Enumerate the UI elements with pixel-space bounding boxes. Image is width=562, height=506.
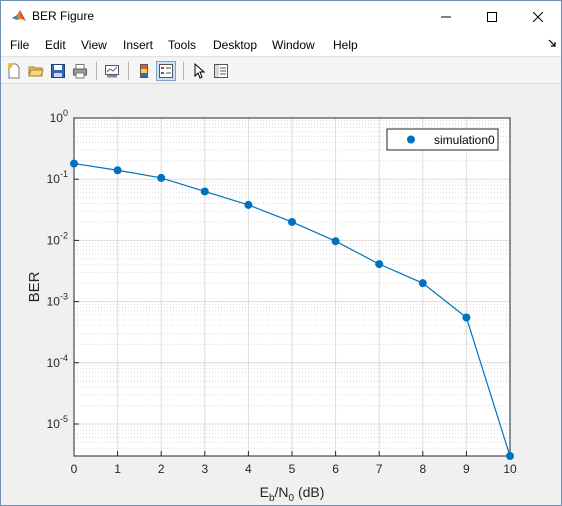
- x-tick-label: 10: [503, 462, 517, 476]
- x-tick-label: 8: [419, 462, 426, 476]
- data-point: [288, 217, 296, 226]
- y-axis-label: BER: [26, 271, 43, 302]
- save-button[interactable]: [48, 61, 68, 81]
- link-plot-button[interactable]: [102, 61, 122, 81]
- y-tick-label: 10-1: [47, 169, 68, 186]
- minimize-icon: [441, 16, 451, 17]
- colorbar-icon: [140, 64, 148, 78]
- menu-help[interactable]: Help: [333, 38, 358, 52]
- menu-tools[interactable]: Tools: [168, 38, 196, 52]
- menu-bar: File Edit View Insert Tools Desktop Wind…: [1, 32, 561, 57]
- toolbar-separator: [183, 62, 184, 80]
- toolbar-separator: [96, 62, 97, 80]
- menu-dock-arrow-icon[interactable]: [547, 38, 557, 48]
- title-bar: BER Figure: [1, 1, 561, 32]
- open-file-icon: [28, 66, 44, 77]
- y-tick-label: 100: [50, 108, 68, 125]
- x-tick-label: 3: [201, 462, 208, 476]
- open-file-button[interactable]: [26, 61, 46, 81]
- matlab-logo-icon: [12, 10, 26, 21]
- property-inspector-icon: [214, 64, 228, 78]
- x-tick-label: 0: [71, 462, 78, 476]
- legend-entry-label: simulation0: [434, 133, 495, 147]
- data-point: [157, 173, 166, 182]
- data-point: [113, 166, 122, 175]
- maximize-icon: [487, 11, 497, 22]
- data-point: [331, 237, 340, 246]
- print-button[interactable]: [70, 61, 90, 81]
- data-point: [418, 279, 427, 288]
- window-title: BER Figure: [32, 9, 95, 23]
- legend-button[interactable]: [156, 61, 176, 81]
- ber-figure-window: BER Figure File Edit View Insert Tools D…: [0, 0, 562, 506]
- x-tick-label: 1: [114, 462, 121, 476]
- legend[interactable]: simulation0: [386, 128, 499, 151]
- y-tick-label: 10-5: [47, 414, 68, 431]
- menu-edit[interactable]: Edit: [45, 38, 66, 52]
- figure-toolbar: [1, 58, 561, 84]
- print-icon: [73, 64, 87, 79]
- menu-window[interactable]: Window: [272, 38, 315, 52]
- ber-chart: 0 1 2 3 4 5 6 7 8 9 10 100 10-1 10-2 10-3 10-4 10-5 simu…: [26, 108, 517, 504]
- x-tick-label: 5: [289, 462, 296, 476]
- minimize-button[interactable]: [423, 1, 469, 32]
- colorbar-button[interactable]: [134, 61, 154, 81]
- close-button[interactable]: [515, 1, 561, 32]
- data-point: [200, 187, 209, 196]
- data-point: [462, 313, 471, 322]
- property-inspector-button[interactable]: [211, 61, 231, 81]
- save-icon: [51, 64, 65, 78]
- link-plot-icon: [105, 65, 119, 78]
- x-tick-label: 4: [245, 462, 252, 476]
- menu-view[interactable]: View: [81, 38, 107, 52]
- x-tick-label: 2: [158, 462, 165, 476]
- toolbar-separator: [128, 62, 129, 80]
- pointer-icon: [194, 63, 206, 79]
- data-point: [375, 260, 384, 269]
- maximize-button[interactable]: [469, 1, 515, 32]
- y-tick-label: 10-2: [47, 230, 68, 247]
- edit-plot-button[interactable]: [189, 61, 209, 81]
- legend-icon: [159, 64, 173, 78]
- close-icon: [533, 11, 543, 22]
- data-point: [244, 200, 253, 209]
- y-tick-label: 10-4: [47, 353, 68, 370]
- data-point: [506, 452, 514, 460]
- x-axis-label: Eb/N0 (dB): [260, 484, 325, 504]
- figure-canvas: 0 1 2 3 4 5 6 7 8 9 10 100 10-1 10-2 10-3 10-4 10-5 simu…: [1, 85, 561, 505]
- legend-marker: [407, 135, 415, 144]
- menu-file[interactable]: File: [10, 38, 29, 52]
- new-figure-button[interactable]: [4, 61, 24, 81]
- data-point: [70, 159, 78, 168]
- new-figure-icon: [7, 63, 20, 79]
- x-tick-label: 7: [376, 462, 383, 476]
- y-tick-label: 10-3: [47, 292, 68, 309]
- menu-insert[interactable]: Insert: [123, 38, 153, 52]
- x-tick-label: 6: [332, 462, 339, 476]
- x-tick-label: 9: [463, 462, 470, 476]
- menu-desktop[interactable]: Desktop: [213, 38, 257, 52]
